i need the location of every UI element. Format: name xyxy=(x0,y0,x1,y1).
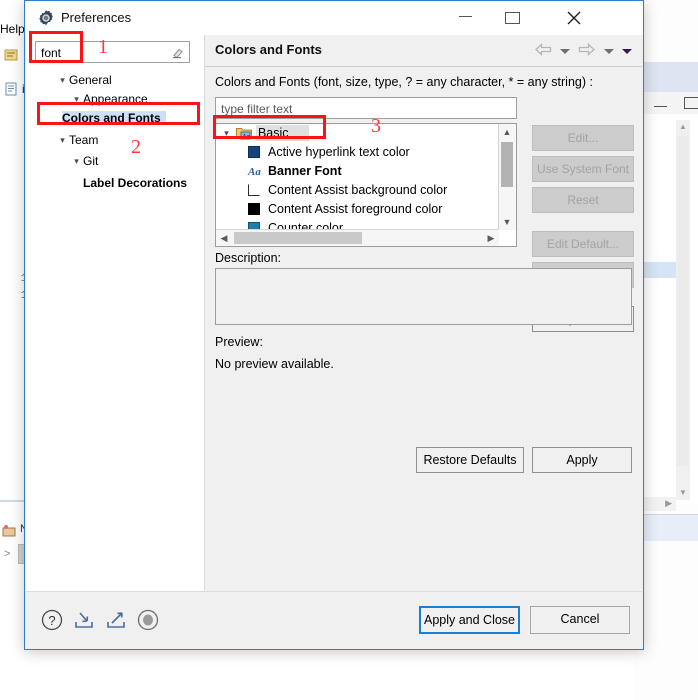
chevron-down-icon[interactable]: ▾ xyxy=(70,152,83,171)
scroll-thumb[interactable] xyxy=(501,142,513,187)
ide-console-icon[interactable] xyxy=(2,524,16,538)
scroll-thumb[interactable] xyxy=(234,232,362,244)
description-box[interactable] xyxy=(215,268,632,325)
reset-button[interactable]: Reset xyxy=(532,187,634,213)
list-item-content-assist-background-color[interactable]: Content Assist background color xyxy=(216,181,499,200)
chevron-down-icon[interactable] xyxy=(603,48,614,54)
colors-fonts-tree-items: ▾ Aa Basic Active hyperlink text color A… xyxy=(216,124,499,230)
chevron-down-icon[interactable]: ▾ xyxy=(56,131,69,150)
sidebar-item-label: Git xyxy=(83,154,99,168)
scroll-thumb[interactable] xyxy=(677,136,689,466)
colors-fonts-tree[interactable]: ▾ Aa Basic Active hyperlink text color A… xyxy=(215,123,517,247)
preferences-filter-value: font xyxy=(41,46,62,60)
maximize-icon[interactable] xyxy=(505,1,551,33)
preferences-icon xyxy=(37,9,55,27)
ide-menu-help[interactable]: Help xyxy=(0,22,25,36)
preferences-tree-pane: font ▾ General ▾ Appearance Colors and Fon… xyxy=(26,35,205,592)
scroll-down-icon[interactable]: ▼ xyxy=(676,486,690,500)
use-system-font-button[interactable]: Use System Font xyxy=(532,156,634,182)
edit-default-button[interactable]: Edit Default... xyxy=(532,231,634,257)
scroll-left-icon[interactable]: ◀ xyxy=(216,230,232,246)
svg-text:?: ? xyxy=(48,613,55,628)
svg-text:Aa: Aa xyxy=(241,133,250,140)
sidebar-item-label: Label Decorations xyxy=(83,176,188,190)
sidebar-item-git[interactable]: ▾ Git xyxy=(26,152,98,171)
import-icon[interactable] xyxy=(72,608,96,632)
colors-fonts-horizontal-scrollbar[interactable]: ◀ ▶ xyxy=(216,229,499,246)
color-swatch xyxy=(248,146,260,158)
chevron-down-icon[interactable] xyxy=(559,48,570,54)
page-header: Colors and Fonts xyxy=(205,35,642,67)
sidebar-item-team[interactable]: ▾ Team xyxy=(26,131,98,150)
preview-label: Preview: xyxy=(215,335,263,349)
arrow-right-icon[interactable] xyxy=(578,43,596,59)
sidebar-item-colors-and-fonts[interactable]: Colors and Fonts xyxy=(26,109,166,128)
color-swatch xyxy=(248,203,260,215)
page-nav-group xyxy=(530,43,632,59)
edit-button[interactable]: Edit... xyxy=(532,125,634,151)
ide-right-scrollbar[interactable]: ▲ ▼ xyxy=(676,120,690,500)
sidebar-item-label: Colors and Fonts xyxy=(62,111,166,125)
font-sample-icon: Aa xyxy=(248,166,261,178)
scroll-down-icon[interactable]: ▼ xyxy=(499,214,515,230)
preferences-dialog: Preferences font ▾ General ▾ Appearance Co… xyxy=(24,0,644,650)
record-icon[interactable] xyxy=(136,608,160,632)
help-icon[interactable]: ? xyxy=(40,608,64,632)
sidebar-item-general[interactable]: ▾ General xyxy=(26,71,112,90)
dialog-title: Preferences xyxy=(61,10,132,25)
sidebar-item-appearance[interactable]: ▾ Appearance xyxy=(26,90,148,109)
ide-maximize-view-icon[interactable] xyxy=(684,95,698,109)
export-icon[interactable] xyxy=(104,608,128,632)
colors-fonts-vertical-scrollbar[interactable]: ▲ ▼ xyxy=(498,124,516,230)
minimize-icon[interactable] xyxy=(459,1,505,33)
chevron-down-icon[interactable]: ▾ xyxy=(220,124,233,143)
close-icon[interactable] xyxy=(551,1,597,33)
arrow-left-icon[interactable] xyxy=(534,43,552,59)
color-swatch xyxy=(248,184,260,196)
colors-fonts-filter-input[interactable]: type filter text xyxy=(215,97,517,119)
chevron-down-icon[interactable]: ▾ xyxy=(56,71,69,90)
scroll-up-icon[interactable]: ▲ xyxy=(499,124,515,140)
colors-fonts-filter-placeholder: type filter text xyxy=(221,102,293,116)
sidebar-item-label: Appearance xyxy=(83,92,148,106)
apply-button[interactable]: Apply xyxy=(532,447,632,473)
preferences-filter-input[interactable]: font xyxy=(35,41,190,63)
list-item-label: Content Assist foreground color xyxy=(268,202,443,216)
dialog-footer: ? Apply and Close Cancel xyxy=(26,591,642,648)
scroll-right-icon[interactable]: ▶ xyxy=(665,498,672,509)
chevron-down-dark-icon[interactable] xyxy=(622,48,632,54)
dialog-titlebar[interactable]: Preferences xyxy=(25,1,643,35)
apply-and-close-button[interactable]: Apply and Close xyxy=(419,606,520,634)
restore-defaults-button[interactable]: Restore Defaults xyxy=(416,447,524,473)
sidebar-item-label: General xyxy=(69,73,112,87)
sidebar-item-label: Team xyxy=(69,133,99,147)
scroll-right-icon[interactable]: ▶ xyxy=(483,230,499,246)
list-item-label: Banner Font xyxy=(268,164,342,178)
scroll-up-icon[interactable]: ▲ xyxy=(676,120,690,134)
eraser-icon[interactable] xyxy=(171,46,184,62)
page-description-line: Colors and Fonts (font, size, type, ? = … xyxy=(215,75,593,89)
tree-node-basic-label: Basic xyxy=(255,125,309,141)
list-item-banner-font[interactable]: Aa Banner Font xyxy=(216,162,499,181)
ide-toolbar-icon-1[interactable] xyxy=(4,48,18,62)
list-item-active-hyperlink-text-color[interactable]: Active hyperlink text color xyxy=(216,143,499,162)
list-item-content-assist-foreground-color[interactable]: Content Assist foreground color xyxy=(216,200,499,219)
sidebar-item-label-decorations[interactable]: Label Decorations xyxy=(26,174,187,193)
annotation-number-1: 1 xyxy=(98,36,108,58)
annotation-number-3: 3 xyxy=(371,115,381,137)
ide-file-icon[interactable] xyxy=(4,82,18,96)
chevron-down-icon[interactable]: ▾ xyxy=(70,90,83,109)
annotation-number-2: 2 xyxy=(131,136,141,158)
list-item-label: Active hyperlink text color xyxy=(268,145,410,159)
list-item-label: Content Assist background color xyxy=(268,183,448,197)
tree-node-basic[interactable]: ▾ Aa Basic xyxy=(216,124,499,143)
ide-tree-expander[interactable]: > xyxy=(4,548,10,560)
preview-value: No preview available. xyxy=(215,357,334,371)
ide-minimize-view-icon[interactable] xyxy=(654,97,667,111)
cancel-button[interactable]: Cancel xyxy=(530,606,630,634)
preferences-page-pane: Colors and Fonts Colors and Fonts (font,… xyxy=(205,35,642,592)
description-label: Description: xyxy=(215,251,281,265)
page-title: Colors and Fonts xyxy=(215,42,322,57)
